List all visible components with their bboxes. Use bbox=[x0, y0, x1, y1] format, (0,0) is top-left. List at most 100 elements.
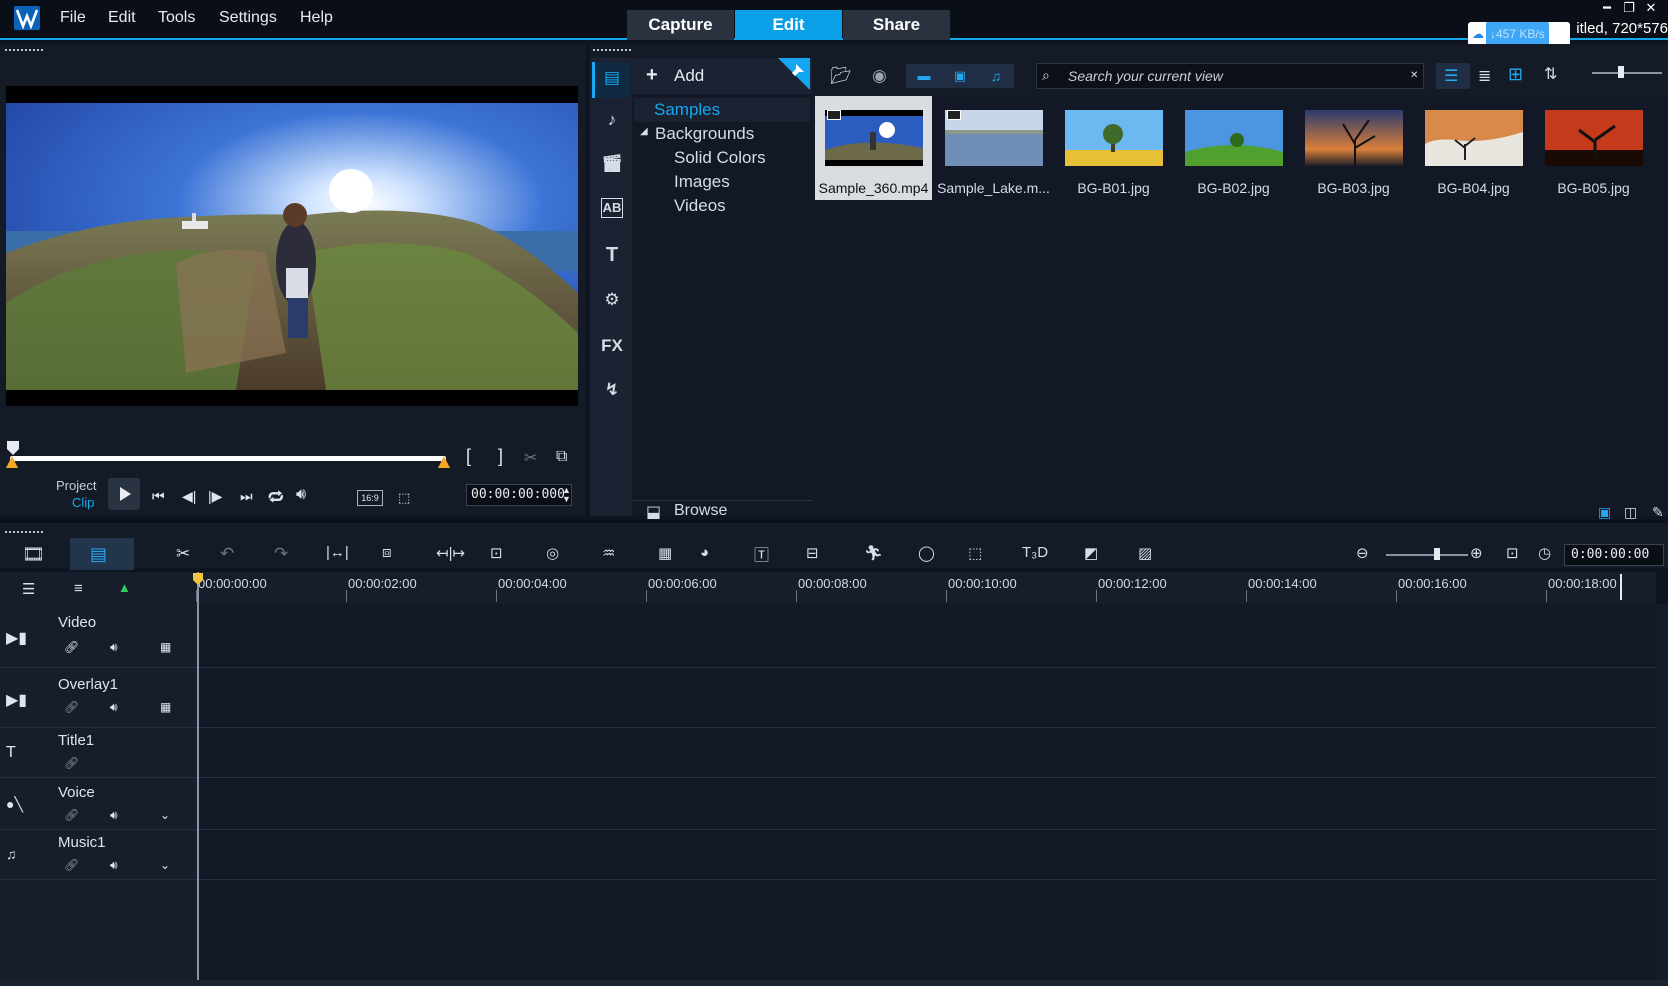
expand-track-icon[interactable]: ⌄ bbox=[160, 858, 170, 872]
playhead-line[interactable] bbox=[197, 572, 199, 980]
timeline-zoom-slider[interactable] bbox=[1386, 554, 1468, 556]
browse-button[interactable]: Browse bbox=[674, 502, 727, 520]
tab-edit[interactable]: Edit bbox=[735, 10, 842, 40]
tree-item-backgrounds[interactable]: Backgrounds bbox=[655, 124, 754, 144]
mute-icon[interactable]: 🔊︎ bbox=[110, 858, 118, 873]
menu-tools[interactable]: Tools bbox=[158, 9, 195, 27]
clock-icon[interactable]: ◷ bbox=[1538, 544, 1551, 562]
import-folder-icon[interactable]: 📂︎ bbox=[830, 66, 852, 86]
browse-icon[interactable]: ⬓ bbox=[646, 502, 661, 522]
filter-icon[interactable]: ⚙ bbox=[598, 290, 626, 316]
sort-icon[interactable]: ⇅ bbox=[1544, 64, 1557, 84]
3d-title-icon[interactable]: T₃D bbox=[1022, 544, 1048, 561]
chapter-point-icon[interactable]: ▲ bbox=[118, 580, 131, 595]
tree-item-solid-colors[interactable]: Solid Colors bbox=[674, 148, 766, 168]
show-photos-icon[interactable]: ▣ bbox=[942, 64, 978, 88]
mute-icon[interactable]: 🔊︎ bbox=[110, 640, 118, 655]
mute-icon[interactable]: 🔊︎ bbox=[110, 700, 118, 715]
thumbnail-item[interactable]: BG-B02.jpg bbox=[1175, 96, 1292, 200]
volume-icon[interactable]: 🔊︎ bbox=[296, 486, 306, 504]
scrub-bar[interactable] bbox=[10, 456, 446, 461]
thumbnail-item[interactable]: Sample_Lake.m... bbox=[935, 96, 1052, 200]
timeline-scrollbar[interactable] bbox=[1656, 604, 1668, 980]
thumbnail-item[interactable]: BG-B04.jpg bbox=[1415, 96, 1532, 200]
zoom-out-icon[interactable]: ⊖ bbox=[1356, 544, 1369, 562]
fx-button[interactable]: FX bbox=[598, 336, 626, 362]
aspect-ratio-button[interactable]: 16:9 bbox=[357, 490, 383, 506]
link-icon[interactable]: 🔗︎ bbox=[64, 640, 79, 654]
color-grading-icon[interactable]: ◩ bbox=[1084, 544, 1098, 562]
split-icon[interactable]: ↤|↦ bbox=[436, 544, 465, 562]
ripple-icon[interactable]: ▦ bbox=[160, 700, 171, 714]
grid-view-icon[interactable]: ⊞ bbox=[1508, 64, 1523, 85]
graphics-icon[interactable]: AB bbox=[601, 198, 623, 218]
timeline-timecode[interactable]: 0:00:00:00 bbox=[1564, 544, 1664, 566]
link-icon[interactable]: 🔗︎ bbox=[64, 756, 79, 770]
audio-icon[interactable]: ♒ bbox=[602, 544, 615, 562]
add-button[interactable]: Add bbox=[674, 66, 704, 86]
split-screen-icon[interactable]: ⊟ bbox=[806, 544, 819, 562]
list-view-icon[interactable]: ≣ bbox=[1478, 66, 1491, 86]
fit-project-icon[interactable]: |↔| bbox=[326, 544, 349, 561]
playhead-marker[interactable] bbox=[192, 572, 204, 586]
tools-icon[interactable]: ✂ bbox=[176, 544, 190, 564]
show-audio-icon[interactable]: ♫ bbox=[978, 64, 1014, 88]
link-icon[interactable]: 🔗︎ bbox=[64, 700, 79, 714]
fit-timeline-icon[interactable]: ⊡ bbox=[1506, 544, 1519, 562]
motion-tracking-icon[interactable]: 🏃︎ bbox=[864, 544, 883, 562]
transition-icon[interactable]: 🎬︎ bbox=[598, 154, 626, 180]
mark-out-icon[interactable]: ] bbox=[498, 446, 503, 467]
mark-in-icon[interactable]: [ bbox=[466, 446, 471, 467]
morph-icon[interactable]: ◯ bbox=[918, 544, 935, 562]
mute-icon[interactable]: 🔊︎ bbox=[110, 808, 118, 823]
split-view-icon[interactable]: ◫ bbox=[1624, 504, 1637, 521]
collapse-arrow-icon[interactable]: ◢ bbox=[640, 126, 648, 137]
enlarge-preview-icon[interactable]: ⧉ bbox=[556, 448, 567, 466]
timeline-view-icon[interactable]: ▤ bbox=[90, 544, 107, 565]
instant-project-icon[interactable]: ♪ bbox=[598, 110, 626, 136]
pan-zoom-icon[interactable]: ⧈ bbox=[382, 544, 392, 561]
previous-frame-icon[interactable]: ◀| bbox=[182, 488, 196, 505]
show-videos-icon[interactable]: ▬ bbox=[906, 64, 942, 88]
scissors-icon[interactable]: ✂ bbox=[524, 448, 537, 468]
end-icon[interactable]: ⏭ bbox=[240, 488, 253, 505]
undo-icon[interactable]: ↶ bbox=[220, 544, 234, 564]
multicam-icon[interactable]: ▦ bbox=[658, 544, 672, 562]
slider-thumb[interactable] bbox=[1618, 66, 1624, 78]
library-layout-icon[interactable]: ▣ bbox=[1598, 504, 1611, 521]
pin-icon[interactable] bbox=[778, 58, 810, 90]
panel-grip[interactable] bbox=[592, 48, 632, 52]
multi-trim-icon[interactable]: ⊡ bbox=[490, 544, 503, 562]
next-frame-icon[interactable]: |▶ bbox=[208, 488, 222, 505]
camera-capture-icon[interactable]: ◉ bbox=[872, 66, 887, 86]
storyboard-view-icon[interactable]: 🎞︎ bbox=[22, 544, 45, 565]
thumbnail-item[interactable]: BG-B05.jpg bbox=[1535, 96, 1652, 200]
zoom-in-icon[interactable]: ⊕ bbox=[1470, 544, 1483, 562]
mask-icon[interactable]: ◎ bbox=[546, 544, 559, 562]
thumbnail-item[interactable]: BG-B03.jpg bbox=[1295, 96, 1412, 200]
mark-in-handle[interactable] bbox=[6, 456, 18, 468]
play-button[interactable] bbox=[108, 478, 140, 510]
thumbnail-size-slider[interactable] bbox=[1592, 72, 1662, 74]
edit-icon[interactable]: ✎ bbox=[1652, 504, 1664, 521]
minimize-icon[interactable]: ━ bbox=[1596, 0, 1618, 16]
horizontal-scrollbar[interactable] bbox=[0, 980, 1668, 986]
close-icon[interactable]: ✕ bbox=[1640, 0, 1662, 16]
scrubber-handle[interactable] bbox=[6, 440, 20, 456]
mark-out-handle[interactable] bbox=[438, 456, 450, 468]
overlay-icon[interactable]: ◕ bbox=[700, 544, 709, 561]
timecode-spinner-icon[interactable]: ▲ ▼ bbox=[562, 486, 571, 504]
restore-icon[interactable]: ❐ bbox=[1618, 0, 1640, 16]
panel-grip[interactable] bbox=[4, 48, 44, 52]
media-icon[interactable]: ▤ bbox=[598, 68, 626, 94]
redo-icon[interactable]: ↷ bbox=[274, 544, 288, 564]
project-mode-label[interactable]: Project bbox=[56, 478, 96, 493]
crop-area-icon[interactable]: ⬚ bbox=[968, 544, 982, 562]
repeat-icon[interactable]: 🔁︎ bbox=[268, 486, 284, 509]
tree-item-samples[interactable]: Samples bbox=[654, 100, 720, 120]
menu-settings[interactable]: Settings bbox=[219, 9, 277, 27]
tab-capture[interactable]: Capture bbox=[627, 10, 734, 40]
menu-edit[interactable]: Edit bbox=[108, 9, 136, 27]
menu-help[interactable]: Help bbox=[300, 9, 333, 27]
tab-share[interactable]: Share bbox=[843, 10, 950, 40]
